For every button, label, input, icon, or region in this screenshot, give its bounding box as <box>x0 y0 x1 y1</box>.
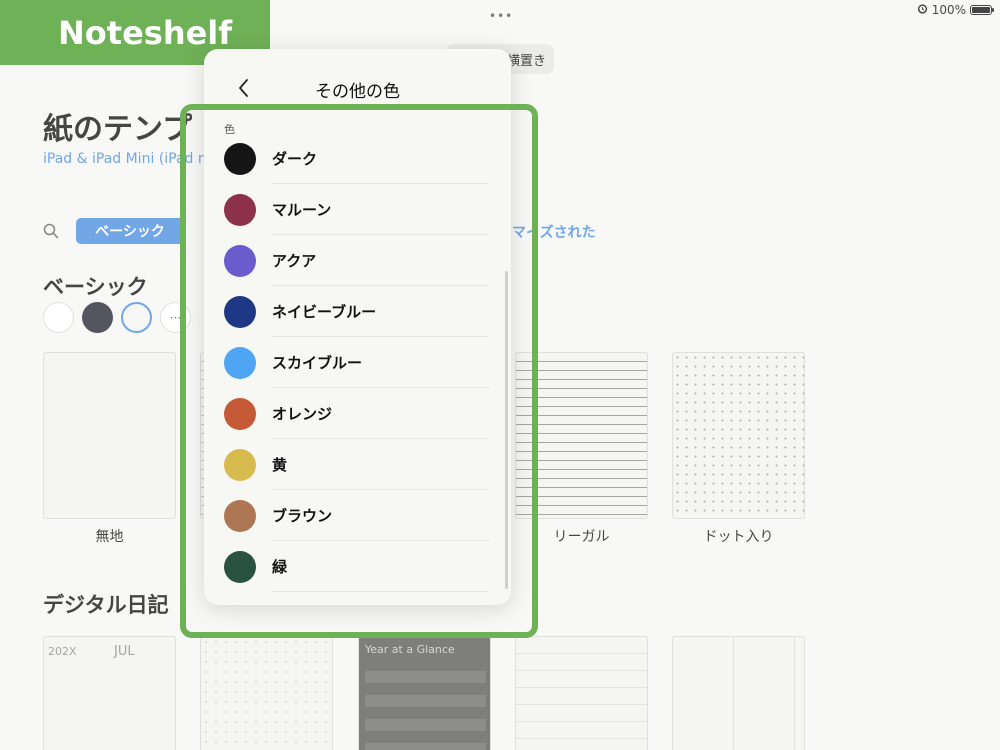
color-swatch <box>224 346 256 379</box>
color-name: 黄 <box>272 456 288 474</box>
scrollbar[interactable] <box>505 271 508 589</box>
color-swatch <box>224 193 256 226</box>
color-option[interactable]: 黄 <box>204 439 511 490</box>
color-option[interactable]: マルーン <box>204 184 511 235</box>
color-list: ダークマルーンアクアネイビーブルー スカイブルー オレンジ黄ブラウン緑 <box>204 133 511 592</box>
color-name: ダーク <box>272 150 318 168</box>
color-swatch <box>224 499 256 532</box>
color-name: アクア <box>272 252 317 270</box>
color-option[interactable]: スカイブルー <box>204 337 511 388</box>
color-swatch <box>224 244 256 277</box>
color-name: 緑 <box>272 558 288 576</box>
more-colors-popover: その他の色 色 ダーク マルーン アクア ネイビーブルー スカイブルー オレンジ黄ブラウン… <box>204 49 511 605</box>
color-swatch <box>224 142 256 175</box>
color-option[interactable]: ブラウン <box>204 490 511 541</box>
color-option[interactable]: アクア <box>204 235 511 286</box>
color-name: スカイブルー <box>272 354 363 372</box>
color-swatch <box>224 295 256 328</box>
color-name: マルーン <box>272 201 332 219</box>
color-option[interactable]: ネイビーブルー <box>204 286 511 337</box>
color-option[interactable]: オレンジ <box>204 388 511 439</box>
popover-title: その他の色 <box>315 82 400 102</box>
color-swatch <box>224 550 256 583</box>
color-option[interactable]: ダーク <box>204 133 511 184</box>
color-name: ネイビーブルー <box>272 303 377 321</box>
screen: ••• 100% 横置き 紙のテンプ iPad & iPad Mini (iPa… <box>0 0 1000 750</box>
color-swatch <box>224 448 256 481</box>
color-name: ブラウン <box>272 507 333 525</box>
color-swatch <box>224 397 256 430</box>
color-option[interactable]: 緑 <box>204 541 511 592</box>
color-name: オレンジ <box>272 405 333 423</box>
